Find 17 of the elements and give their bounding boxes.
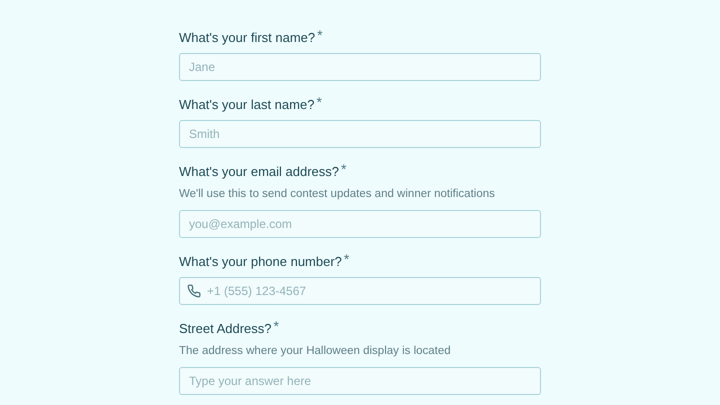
input-field[interactable]: Jane: [179, 53, 541, 81]
required-mark: *: [274, 317, 279, 335]
field-label: Street Address?: [179, 320, 272, 338]
help-text: The address where your Halloween display is located: [179, 344, 452, 359]
input-field[interactable]: Type your answer here: [179, 367, 541, 395]
help-text: We'll use this to send contest updates and winner notifications: [179, 187, 496, 202]
required-mark: *: [341, 160, 346, 178]
field-label: What's your last name?: [179, 96, 314, 114]
required-mark: *: [317, 26, 323, 44]
input-field[interactable]: Smith: [179, 120, 541, 148]
field-label: What's your email address?: [179, 163, 339, 181]
required-mark: *: [344, 250, 350, 268]
field-label: What's your first name?: [179, 29, 316, 47]
field-label: What's your phone number?: [179, 253, 342, 271]
input-field[interactable]: +1 (555) 123-4567: [179, 277, 541, 305]
required-mark: *: [316, 93, 322, 111]
input-field[interactable]: you@example.com: [179, 210, 541, 238]
